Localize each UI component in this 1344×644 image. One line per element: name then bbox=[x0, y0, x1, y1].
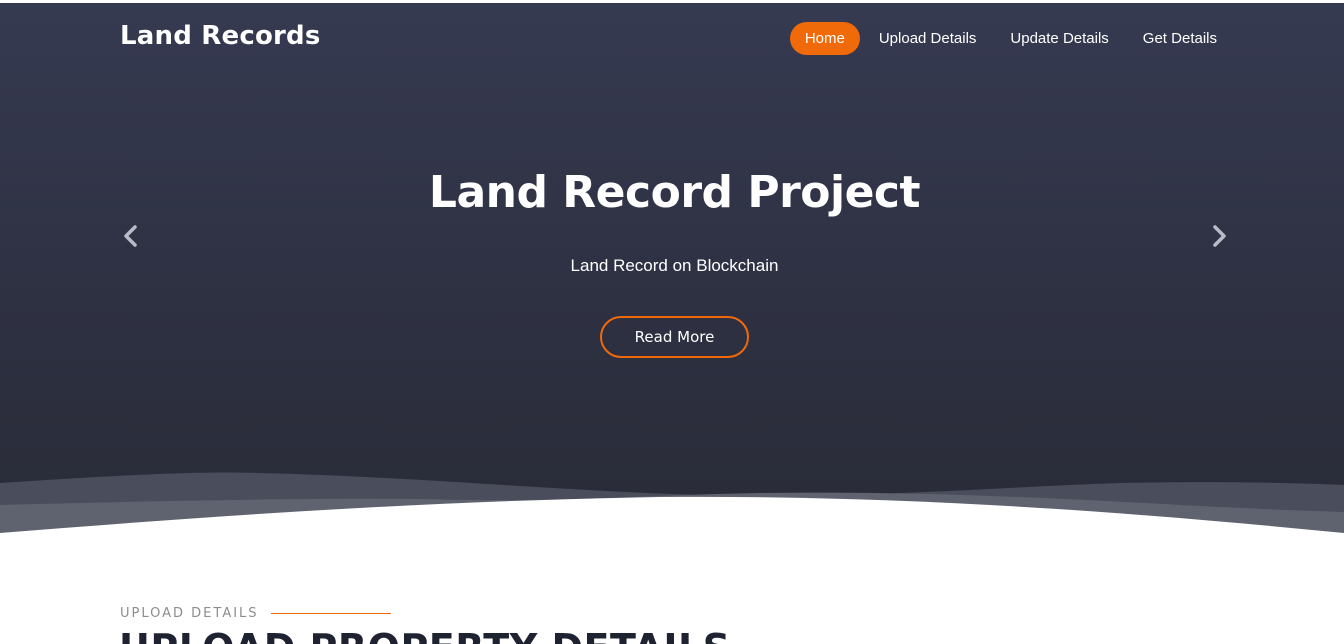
chevron-right-icon bbox=[1213, 225, 1226, 247]
nav-item-get-details[interactable]: Get Details bbox=[1128, 22, 1232, 55]
brand-logo[interactable]: Land Records bbox=[120, 21, 321, 51]
page: Land Records Home Upload Details Update … bbox=[0, 0, 1344, 644]
main-nav: Home Upload Details Update Details Get D… bbox=[789, 22, 1232, 55]
hero-wave-decoration bbox=[0, 472, 1344, 544]
section-divider bbox=[270, 613, 391, 614]
carousel-prev-button[interactable] bbox=[117, 221, 147, 251]
nav-item-update-details[interactable]: Update Details bbox=[995, 22, 1123, 55]
section-label: UPLOAD DETAILS bbox=[120, 606, 259, 621]
hero-title: Land Record Project bbox=[428, 167, 921, 218]
hero-subtitle: Land Record on Blockchain bbox=[570, 256, 779, 275]
nav-item-home[interactable]: Home bbox=[789, 22, 860, 55]
hero-section: Land Records Home Upload Details Update … bbox=[0, 3, 1344, 544]
chevron-left-icon bbox=[124, 225, 137, 247]
carousel-next-button[interactable] bbox=[1203, 221, 1233, 251]
section-heading: UPLOAD PROPERTY DETAILS bbox=[119, 626, 731, 644]
nav-item-upload-details[interactable]: Upload Details bbox=[864, 22, 992, 55]
read-more-button[interactable]: Read More bbox=[600, 316, 749, 358]
section-label-row: UPLOAD DETAILS bbox=[120, 606, 391, 621]
